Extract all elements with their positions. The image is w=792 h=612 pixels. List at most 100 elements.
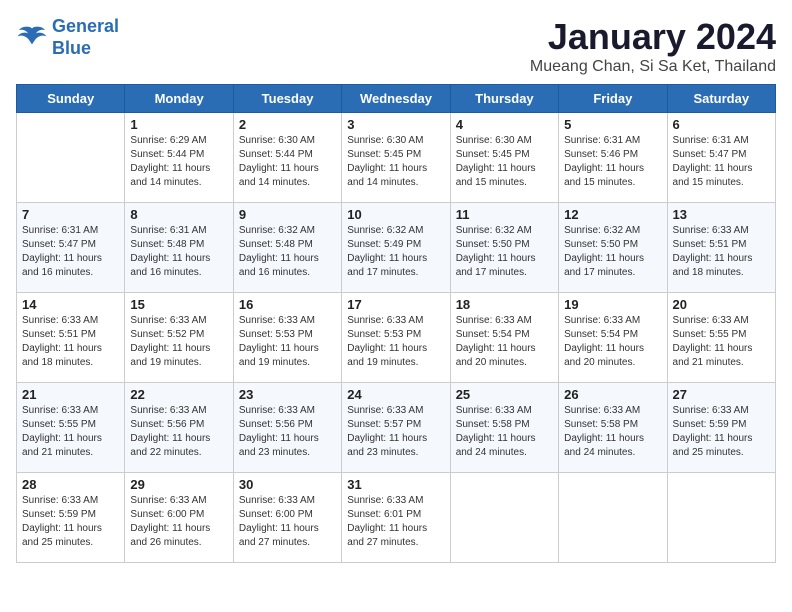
calendar-cell: 14Sunrise: 6:33 AM Sunset: 5:51 PM Dayli… <box>17 293 125 383</box>
calendar-cell: 6 Sunrise: 6:31 AM Sunset: 5:47 PM Daylig… <box>667 113 775 203</box>
day-number: 6 <box>673 117 770 132</box>
calendar-cell: 29 Sunrise: 6:33 AM Sunset: 6:00 PM Dayli… <box>125 473 233 563</box>
calendar-cell: 10 Sunrise: 6:32 AM Sunset: 5:49 PM Dayli… <box>342 203 450 293</box>
logo-line2: Blue <box>52 38 91 58</box>
day-info: Sunrise: 6:31 AM Sunset: 5:47 PM Dayligh… <box>22 224 119 280</box>
day-number: 25 <box>456 387 553 402</box>
calendar-cell: 23 Sunrise: 6:33 AM Sunset: 5:56 PM Dayli… <box>233 383 341 473</box>
day-info: Sunrise: 6:33 AM Sunset: 5:56 PM Dayligh… <box>239 404 336 460</box>
header-day-sunday: Sunday <box>17 85 125 113</box>
logo: General Blue <box>16 16 119 59</box>
calendar-cell: 25 Sunrise: 6:33 AM Sunset: 5:58 PM Dayli… <box>450 383 558 473</box>
week-row-2: 7 Sunrise: 6:31 AM Sunset: 5:47 PM Daylig… <box>17 203 776 293</box>
calendar-cell: 5Sunrise: 6:31 AM Sunset: 5:46 PM Daylig… <box>559 113 667 203</box>
calendar-cell: 26 Sunrise: 6:33 AM Sunset: 5:58 PM Dayli… <box>559 383 667 473</box>
header-day-friday: Friday <box>559 85 667 113</box>
day-number: 13 <box>673 207 770 222</box>
day-info: Sunrise: 6:32 AM Sunset: 5:48 PM Dayligh… <box>239 224 336 280</box>
calendar-cell: 21 Sunrise: 6:33 AM Sunset: 5:55 PM Dayli… <box>17 383 125 473</box>
day-number: 15 <box>130 297 227 312</box>
day-info: Sunrise: 6:33 AM Sunset: 5:58 PM Dayligh… <box>456 404 553 460</box>
header-day-tuesday: Tuesday <box>233 85 341 113</box>
day-info: Sunrise: 6:33 AM Sunset: 5:58 PM Dayligh… <box>564 404 661 460</box>
day-info: Sunrise: 6:33 AM Sunset: 5:59 PM Dayligh… <box>673 404 770 460</box>
title-block: January 2024 Mueang Chan, Si Sa Ket, Tha… <box>530 16 776 76</box>
day-info: Sunrise: 6:30 AM Sunset: 5:45 PM Dayligh… <box>347 134 444 190</box>
day-info: Sunrise: 6:33 AM Sunset: 5:55 PM Dayligh… <box>673 314 770 370</box>
day-number: 1 <box>130 117 227 132</box>
calendar-cell <box>17 113 125 203</box>
day-info: Sunrise: 6:30 AM Sunset: 5:45 PM Dayligh… <box>456 134 553 190</box>
day-number: 27 <box>673 387 770 402</box>
day-number: 14 <box>22 297 119 312</box>
day-info: Sunrise: 6:33 AM Sunset: 5:57 PM Dayligh… <box>347 404 444 460</box>
day-number: 22 <box>130 387 227 402</box>
day-info: Sunrise: 6:31 AM Sunset: 5:47 PM Dayligh… <box>673 134 770 190</box>
month-title: January 2024 <box>530 16 776 58</box>
calendar-cell <box>559 473 667 563</box>
day-number: 12 <box>564 207 661 222</box>
calendar-cell: 20Sunrise: 6:33 AM Sunset: 5:55 PM Dayli… <box>667 293 775 383</box>
day-info: Sunrise: 6:32 AM Sunset: 5:50 PM Dayligh… <box>456 224 553 280</box>
day-info: Sunrise: 6:33 AM Sunset: 5:53 PM Dayligh… <box>239 314 336 370</box>
day-number: 16 <box>239 297 336 312</box>
logo-icon <box>16 22 48 54</box>
day-info: Sunrise: 6:33 AM Sunset: 5:52 PM Dayligh… <box>130 314 227 370</box>
day-number: 26 <box>564 387 661 402</box>
calendar-cell: 18 Sunrise: 6:33 AM Sunset: 5:54 PM Dayli… <box>450 293 558 383</box>
day-info: Sunrise: 6:33 AM Sunset: 5:59 PM Dayligh… <box>22 494 119 550</box>
day-info: Sunrise: 6:33 AM Sunset: 5:54 PM Dayligh… <box>564 314 661 370</box>
calendar-cell: 27 Sunrise: 6:33 AM Sunset: 5:59 PM Dayli… <box>667 383 775 473</box>
week-row-3: 14Sunrise: 6:33 AM Sunset: 5:51 PM Dayli… <box>17 293 776 383</box>
calendar-cell: 17Sunrise: 6:33 AM Sunset: 5:53 PM Dayli… <box>342 293 450 383</box>
calendar-body: 1Sunrise: 6:29 AM Sunset: 5:44 PM Daylig… <box>17 113 776 563</box>
calendar-header: SundayMondayTuesdayWednesdayThursdayFrid… <box>17 85 776 113</box>
day-number: 8 <box>130 207 227 222</box>
day-info: Sunrise: 6:30 AM Sunset: 5:44 PM Dayligh… <box>239 134 336 190</box>
calendar-cell: 8 Sunrise: 6:31 AM Sunset: 5:48 PM Daylig… <box>125 203 233 293</box>
page-header: General Blue January 2024 Mueang Chan, S… <box>16 16 776 76</box>
day-info: Sunrise: 6:31 AM Sunset: 5:48 PM Dayligh… <box>130 224 227 280</box>
location-subtitle: Mueang Chan, Si Sa Ket, Thailand <box>530 58 776 76</box>
day-number: 3 <box>347 117 444 132</box>
calendar-cell: 13Sunrise: 6:33 AM Sunset: 5:51 PM Dayli… <box>667 203 775 293</box>
day-info: Sunrise: 6:32 AM Sunset: 5:50 PM Dayligh… <box>564 224 661 280</box>
day-number: 29 <box>130 477 227 492</box>
calendar-cell: 4Sunrise: 6:30 AM Sunset: 5:45 PM Daylig… <box>450 113 558 203</box>
calendar-cell: 16 Sunrise: 6:33 AM Sunset: 5:53 PM Dayli… <box>233 293 341 383</box>
calendar-cell: 28 Sunrise: 6:33 AM Sunset: 5:59 PM Dayli… <box>17 473 125 563</box>
calendar-cell: 12 Sunrise: 6:32 AM Sunset: 5:50 PM Dayli… <box>559 203 667 293</box>
day-number: 24 <box>347 387 444 402</box>
header-day-saturday: Saturday <box>667 85 775 113</box>
calendar-cell: 11 Sunrise: 6:32 AM Sunset: 5:50 PM Dayli… <box>450 203 558 293</box>
day-number: 11 <box>456 207 553 222</box>
day-number: 2 <box>239 117 336 132</box>
day-info: Sunrise: 6:33 AM Sunset: 6:01 PM Dayligh… <box>347 494 444 550</box>
day-info: Sunrise: 6:32 AM Sunset: 5:49 PM Dayligh… <box>347 224 444 280</box>
day-number: 19 <box>564 297 661 312</box>
logo-line1: General <box>52 16 119 36</box>
header-row: SundayMondayTuesdayWednesdayThursdayFrid… <box>17 85 776 113</box>
header-day-monday: Monday <box>125 85 233 113</box>
day-info: Sunrise: 6:33 AM Sunset: 6:00 PM Dayligh… <box>130 494 227 550</box>
week-row-1: 1Sunrise: 6:29 AM Sunset: 5:44 PM Daylig… <box>17 113 776 203</box>
day-number: 9 <box>239 207 336 222</box>
day-number: 23 <box>239 387 336 402</box>
calendar-cell: 24 Sunrise: 6:33 AM Sunset: 5:57 PM Dayli… <box>342 383 450 473</box>
day-info: Sunrise: 6:33 AM Sunset: 5:56 PM Dayligh… <box>130 404 227 460</box>
calendar-cell: 30Sunrise: 6:33 AM Sunset: 6:00 PM Dayli… <box>233 473 341 563</box>
week-row-4: 21 Sunrise: 6:33 AM Sunset: 5:55 PM Dayli… <box>17 383 776 473</box>
day-number: 28 <box>22 477 119 492</box>
day-number: 18 <box>456 297 553 312</box>
day-info: Sunrise: 6:31 AM Sunset: 5:46 PM Dayligh… <box>564 134 661 190</box>
calendar-cell: 9 Sunrise: 6:32 AM Sunset: 5:48 PM Daylig… <box>233 203 341 293</box>
day-info: Sunrise: 6:33 AM Sunset: 5:55 PM Dayligh… <box>22 404 119 460</box>
day-number: 31 <box>347 477 444 492</box>
calendar-cell: 15 Sunrise: 6:33 AM Sunset: 5:52 PM Dayli… <box>125 293 233 383</box>
day-number: 10 <box>347 207 444 222</box>
day-number: 21 <box>22 387 119 402</box>
calendar-cell <box>450 473 558 563</box>
calendar-cell: 22 Sunrise: 6:33 AM Sunset: 5:56 PM Dayli… <box>125 383 233 473</box>
day-info: Sunrise: 6:33 AM Sunset: 5:54 PM Dayligh… <box>456 314 553 370</box>
day-number: 7 <box>22 207 119 222</box>
